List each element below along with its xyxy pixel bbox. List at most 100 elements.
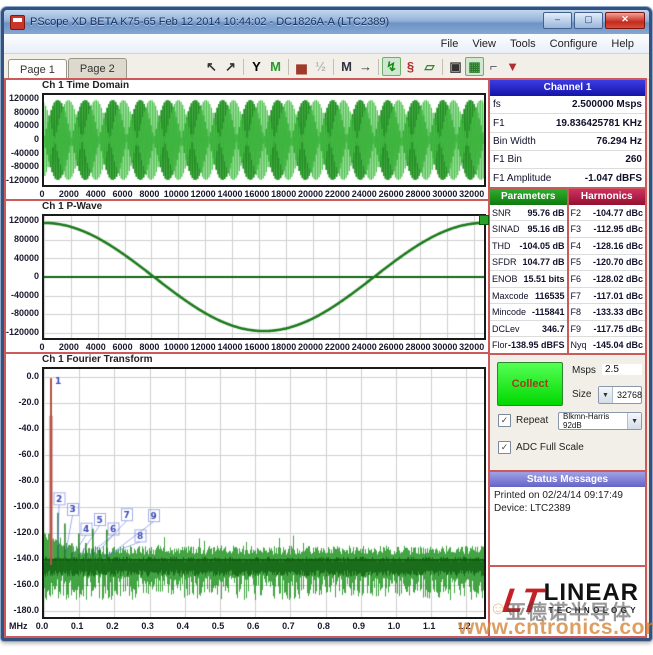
y-tick-label: -40000 — [6, 290, 39, 300]
adc-full-scale-checkbox[interactable]: ✓ — [498, 441, 511, 454]
channel-header: Channel 1 — [490, 80, 645, 96]
x-tick-label: 0.1 — [57, 621, 97, 631]
parameter-row: SNR95.76 dB — [490, 205, 567, 222]
parameter-row-label: SINAD — [492, 224, 520, 234]
app-icon — [10, 15, 25, 30]
x-tick-label: 0.9 — [339, 621, 379, 631]
samples-display-icon[interactable]: ▣ — [446, 57, 465, 76]
histogram-icon[interactable]: M — [266, 57, 285, 76]
harmonic-row-value: -128.02 dBc — [593, 274, 643, 284]
device-comm-icon[interactable]: § — [401, 57, 420, 76]
msps-label: Msps — [572, 365, 596, 376]
parameter-row: ENOB15.51 bits — [490, 271, 567, 288]
harmonic-row: F6-128.02 dBc — [569, 271, 646, 288]
menu-item-file[interactable]: File — [434, 37, 466, 51]
y-tick-label: -80000 — [6, 308, 39, 318]
harmonic-row: F4-128.16 dBc — [569, 238, 646, 255]
tab-page-1[interactable]: Page 1 — [8, 59, 67, 80]
channel-row-value: 2.500000 Msps — [572, 99, 642, 110]
y-tick-label: 0 — [6, 271, 39, 281]
channel-row: Bin Width 76.294 Hz — [490, 133, 645, 151]
fourier-plot[interactable] — [42, 367, 486, 619]
bar-graph-icon[interactable]: ▅ — [292, 57, 311, 76]
menu-item-configure[interactable]: Configure — [543, 37, 605, 51]
display-mode-icon[interactable]: ▦ — [465, 57, 484, 76]
y-tick-label: -60.0 — [6, 449, 39, 459]
harmonic-row-value: -133.33 dBc — [593, 307, 643, 317]
x-tick-label: 0.8 — [304, 621, 344, 631]
linear-technology-logo: LT LINEAR TECHNOLOGY — [503, 581, 639, 621]
collect-controls: Collect Msps 2.5 Size ▼ 32768 ✓ Repeat B… — [490, 355, 645, 472]
channel-row-label: F1 Bin — [493, 154, 522, 165]
collect-button[interactable]: Collect — [497, 362, 563, 406]
export-icon[interactable]: ▼ — [503, 57, 522, 76]
y-tick-label: -20.0 — [6, 397, 39, 407]
tab-toolbar-row: Page 1Page 2 ↖↗YM▅½M→↯§▱▣▦⌐▼ — [4, 54, 649, 80]
status-header: Status Messages — [490, 472, 645, 487]
channel-row-label: Bin Width — [493, 136, 536, 147]
lt-logo-mark-icon: LT — [500, 581, 545, 621]
channel-row: fs 2.500000 Msps — [490, 96, 645, 114]
menu-item-view[interactable]: View — [465, 37, 503, 51]
harmonic-row-label: F3 — [571, 224, 582, 234]
x-tick-label: 1.2 — [444, 621, 484, 631]
harmonic-row-value: -117.01 dBc — [593, 291, 643, 301]
window-dropdown-arrow-icon[interactable]: ▼ — [627, 413, 641, 429]
logo-brand-text: LINEAR — [544, 581, 639, 605]
x-tick-label: 0.3 — [128, 621, 168, 631]
menu-item-help[interactable]: Help — [604, 37, 641, 51]
parameter-row-value: -104.05 dB — [519, 241, 564, 251]
cursor-tool-icon[interactable]: ↗ — [221, 57, 240, 76]
repeat-checkbox[interactable]: ✓ — [498, 414, 511, 427]
run-avg-icon[interactable]: → — [356, 57, 375, 76]
zoom-tool-icon[interactable]: ↖ — [202, 57, 221, 76]
y-tick-label: -80.0 — [6, 475, 39, 485]
menu-item-tools[interactable]: Tools — [503, 37, 543, 51]
window-dropdown[interactable]: Blkmn-Harris 92dB ▼ — [558, 412, 642, 430]
y-tick-label: -40000 — [6, 148, 39, 158]
channel-row-value: 76.294 Hz — [596, 136, 642, 147]
parameter-row-label: THD — [492, 241, 511, 251]
parameter-rows: SNR95.76 dBSINAD95.16 dBTHD-104.05 dBSFD… — [490, 205, 567, 353]
title-bar[interactable]: PScope XD BETA K75-65 Feb 12 2014 10:44:… — [4, 10, 649, 34]
harmonic-row: F9-117.75 dBc — [569, 321, 646, 338]
y-tick-label: 40000 — [6, 253, 39, 263]
time-domain-plot[interactable] — [42, 93, 486, 187]
status-messages: Printed on 02/24/14 09:17:49Device: LTC2… — [490, 487, 645, 565]
logo-sub-text: TECHNOLOGY — [549, 606, 639, 615]
harmonic-rows: F2-104.77 dBcF3-112.95 dBcF4-128.16 dBcF… — [569, 205, 646, 353]
channel-row-label: F1 Amplitude — [493, 173, 551, 184]
size-value: 32768 — [613, 390, 646, 400]
status-line: Printed on 02/24/14 09:17:49 — [494, 489, 641, 502]
p-wave-plot[interactable] — [42, 214, 486, 340]
y-tick-label: 40000 — [6, 120, 39, 130]
parameter-row: SFDR104.77 dB — [490, 255, 567, 272]
collect-trace-icon[interactable]: ↯ — [382, 57, 401, 76]
p-wave-title: Ch 1 P-Wave — [42, 201, 102, 212]
max-avg-icon[interactable]: M — [337, 57, 356, 76]
tab-page-2[interactable]: Page 2 — [68, 58, 127, 79]
parameter-row-value: 95.16 dB — [527, 224, 564, 234]
parameter-row: Flor-138.95 dBFS — [490, 337, 567, 353]
parameter-row-label: SFDR — [492, 257, 517, 267]
x-tick-label: 0.2 — [92, 621, 132, 631]
toolbar-separator — [442, 59, 443, 75]
channel-row: F1 Amplitude -1.047 dBFS — [490, 169, 645, 186]
msps-input[interactable]: 2.5 — [602, 364, 642, 375]
harmonic-row-label: F2 — [571, 208, 582, 218]
y-tick-label: 80000 — [6, 234, 39, 244]
y-scale-icon[interactable]: Y — [247, 57, 266, 76]
y-tick-label: 120000 — [6, 93, 39, 103]
minimize-button[interactable]: – — [543, 12, 572, 29]
size-dropdown-arrow-icon[interactable]: ▼ — [599, 387, 613, 403]
filter-icon[interactable]: ⌐ — [484, 57, 503, 76]
maximize-button[interactable]: ▢ — [574, 12, 603, 29]
percent-scale-icon[interactable]: ½ — [311, 57, 330, 76]
harmonic-row-label: F7 — [571, 291, 582, 301]
channel-row-value: -1.047 dBFS — [585, 173, 642, 184]
channel-row-label: fs — [493, 99, 501, 110]
size-dropdown[interactable]: ▼ 32768 — [598, 386, 642, 404]
parameters-header: Parameters — [490, 189, 567, 205]
close-button[interactable]: ✕ — [605, 12, 645, 29]
notes-icon[interactable]: ▱ — [420, 57, 439, 76]
